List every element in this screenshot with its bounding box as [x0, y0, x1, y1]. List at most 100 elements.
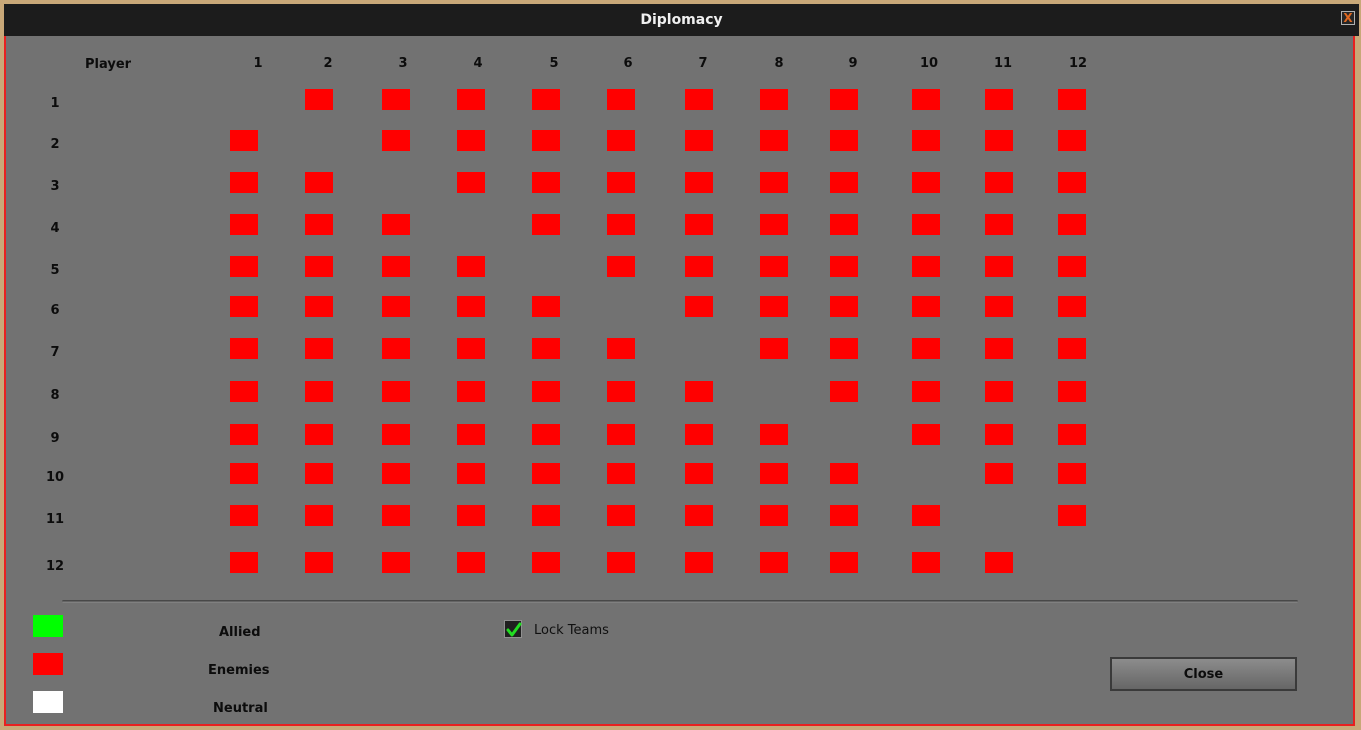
relation-cell-11-2[interactable]: [305, 505, 333, 526]
relation-cell-3-4[interactable]: [457, 172, 485, 193]
relation-cell-8-3[interactable]: [382, 381, 410, 402]
relation-cell-10-7[interactable]: [685, 463, 713, 484]
relation-cell-5-8[interactable]: [760, 256, 788, 277]
relation-cell-6-5[interactable]: [532, 296, 560, 317]
relation-cell-3-10[interactable]: [912, 172, 940, 193]
relation-cell-7-3[interactable]: [382, 338, 410, 359]
relation-cell-6-2[interactable]: [305, 296, 333, 317]
relation-cell-11-10[interactable]: [912, 505, 940, 526]
relation-cell-11-8[interactable]: [760, 505, 788, 526]
relation-cell-5-12[interactable]: [1058, 256, 1086, 277]
relation-cell-11-1[interactable]: [230, 505, 258, 526]
relation-cell-3-12[interactable]: [1058, 172, 1086, 193]
relation-cell-5-2[interactable]: [305, 256, 333, 277]
relation-cell-10-6[interactable]: [607, 463, 635, 484]
relation-cell-8-12[interactable]: [1058, 381, 1086, 402]
relation-cell-4-9[interactable]: [830, 214, 858, 235]
relation-cell-8-7[interactable]: [685, 381, 713, 402]
relation-cell-7-12[interactable]: [1058, 338, 1086, 359]
relation-cell-6-12[interactable]: [1058, 296, 1086, 317]
relation-cell-2-8[interactable]: [760, 130, 788, 151]
relation-cell-2-5[interactable]: [532, 130, 560, 151]
relation-cell-5-6[interactable]: [607, 256, 635, 277]
relation-cell-8-9[interactable]: [830, 381, 858, 402]
relation-cell-7-2[interactable]: [305, 338, 333, 359]
relation-cell-11-4[interactable]: [457, 505, 485, 526]
relation-cell-5-1[interactable]: [230, 256, 258, 277]
relation-cell-8-6[interactable]: [607, 381, 635, 402]
relation-cell-6-8[interactable]: [760, 296, 788, 317]
relation-cell-2-7[interactable]: [685, 130, 713, 151]
relation-cell-1-9[interactable]: [830, 89, 858, 110]
relation-cell-12-6[interactable]: [607, 552, 635, 573]
relation-cell-10-11[interactable]: [985, 463, 1013, 484]
relation-cell-6-9[interactable]: [830, 296, 858, 317]
relation-cell-6-11[interactable]: [985, 296, 1013, 317]
relation-cell-9-5[interactable]: [532, 424, 560, 445]
relation-cell-2-1[interactable]: [230, 130, 258, 151]
relation-cell-6-3[interactable]: [382, 296, 410, 317]
relation-cell-4-12[interactable]: [1058, 214, 1086, 235]
relation-cell-1-5[interactable]: [532, 89, 560, 110]
relation-cell-12-2[interactable]: [305, 552, 333, 573]
relation-cell-12-8[interactable]: [760, 552, 788, 573]
relation-cell-8-4[interactable]: [457, 381, 485, 402]
relation-cell-1-10[interactable]: [912, 89, 940, 110]
relation-cell-1-12[interactable]: [1058, 89, 1086, 110]
relation-cell-4-7[interactable]: [685, 214, 713, 235]
relation-cell-1-6[interactable]: [607, 89, 635, 110]
relation-cell-10-2[interactable]: [305, 463, 333, 484]
relation-cell-9-4[interactable]: [457, 424, 485, 445]
relation-cell-7-10[interactable]: [912, 338, 940, 359]
relation-cell-4-6[interactable]: [607, 214, 635, 235]
relation-cell-3-6[interactable]: [607, 172, 635, 193]
lock-teams-label[interactable]: Lock Teams: [534, 623, 609, 638]
relation-cell-7-9[interactable]: [830, 338, 858, 359]
relation-cell-3-5[interactable]: [532, 172, 560, 193]
relation-cell-12-3[interactable]: [382, 552, 410, 573]
relation-cell-3-7[interactable]: [685, 172, 713, 193]
relation-cell-8-11[interactable]: [985, 381, 1013, 402]
relation-cell-9-7[interactable]: [685, 424, 713, 445]
relation-cell-4-5[interactable]: [532, 214, 560, 235]
relation-cell-12-4[interactable]: [457, 552, 485, 573]
relation-cell-2-9[interactable]: [830, 130, 858, 151]
relation-cell-2-4[interactable]: [457, 130, 485, 151]
relation-cell-1-2[interactable]: [305, 89, 333, 110]
relation-cell-9-11[interactable]: [985, 424, 1013, 445]
relation-cell-10-4[interactable]: [457, 463, 485, 484]
relation-cell-12-10[interactable]: [912, 552, 940, 573]
close-button[interactable]: Close: [1110, 657, 1297, 691]
relation-cell-8-10[interactable]: [912, 381, 940, 402]
relation-cell-9-6[interactable]: [607, 424, 635, 445]
relation-cell-4-8[interactable]: [760, 214, 788, 235]
relation-cell-3-11[interactable]: [985, 172, 1013, 193]
relation-cell-11-12[interactable]: [1058, 505, 1086, 526]
relation-cell-4-3[interactable]: [382, 214, 410, 235]
relation-cell-3-8[interactable]: [760, 172, 788, 193]
relation-cell-9-3[interactable]: [382, 424, 410, 445]
relation-cell-7-6[interactable]: [607, 338, 635, 359]
relation-cell-6-1[interactable]: [230, 296, 258, 317]
relation-cell-10-5[interactable]: [532, 463, 560, 484]
relation-cell-12-9[interactable]: [830, 552, 858, 573]
relation-cell-5-7[interactable]: [685, 256, 713, 277]
relation-cell-10-8[interactable]: [760, 463, 788, 484]
relation-cell-5-3[interactable]: [382, 256, 410, 277]
relation-cell-6-7[interactable]: [685, 296, 713, 317]
relation-cell-2-6[interactable]: [607, 130, 635, 151]
relation-cell-10-12[interactable]: [1058, 463, 1086, 484]
relation-cell-6-4[interactable]: [457, 296, 485, 317]
relation-cell-10-1[interactable]: [230, 463, 258, 484]
relation-cell-3-1[interactable]: [230, 172, 258, 193]
relation-cell-2-10[interactable]: [912, 130, 940, 151]
relation-cell-12-5[interactable]: [532, 552, 560, 573]
relation-cell-2-3[interactable]: [382, 130, 410, 151]
relation-cell-10-9[interactable]: [830, 463, 858, 484]
relation-cell-11-7[interactable]: [685, 505, 713, 526]
relation-cell-9-12[interactable]: [1058, 424, 1086, 445]
relation-cell-1-11[interactable]: [985, 89, 1013, 110]
relation-cell-5-11[interactable]: [985, 256, 1013, 277]
relation-cell-2-11[interactable]: [985, 130, 1013, 151]
relation-cell-1-3[interactable]: [382, 89, 410, 110]
